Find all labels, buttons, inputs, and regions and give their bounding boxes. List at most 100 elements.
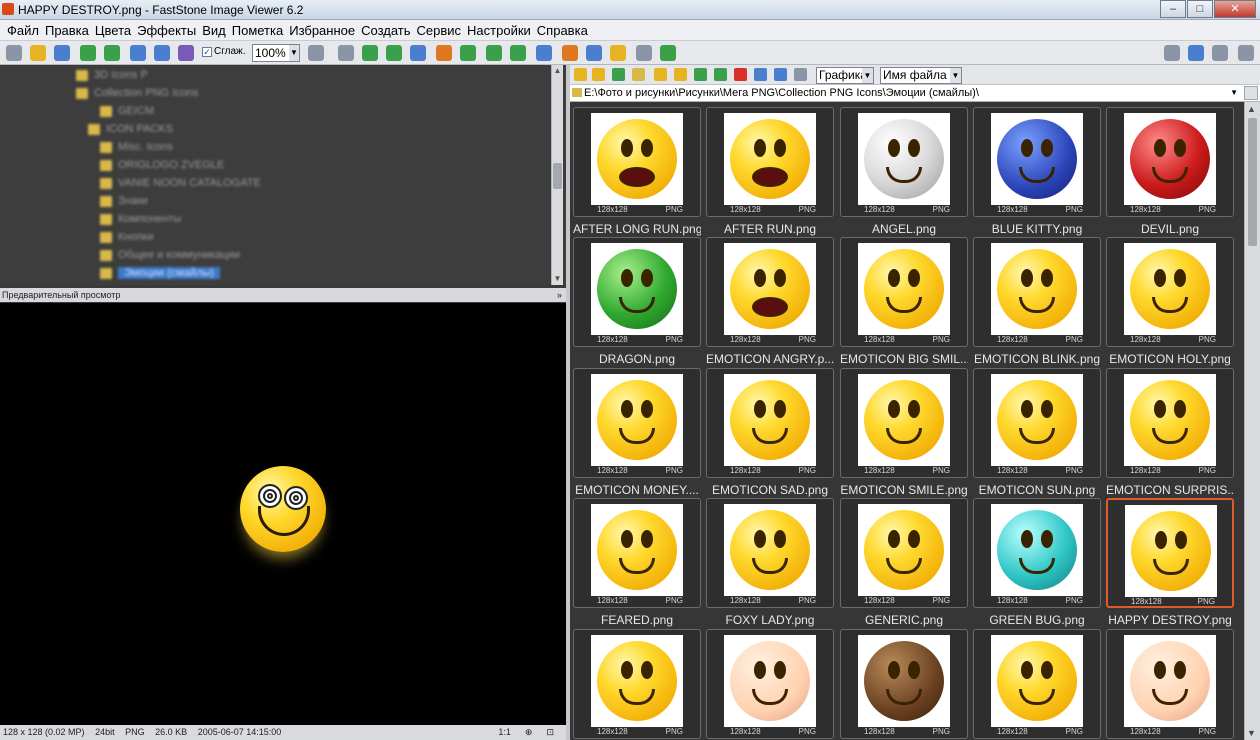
scroll-up-icon[interactable]: ▲ xyxy=(552,65,563,77)
menu-item[interactable]: Пометка xyxy=(229,23,286,38)
file-filter-select[interactable]: Графика ▼ xyxy=(816,67,874,84)
wallpaper-icon[interactable] xyxy=(586,45,602,61)
menu-item[interactable]: Сервис xyxy=(414,23,465,38)
thumbnail-card[interactable]: 128x128 PNG xyxy=(973,629,1101,739)
thumbnail-card[interactable]: 128x128 PNG xyxy=(706,368,834,478)
tree-item[interactable]: Кнопки xyxy=(100,228,154,246)
thumbnail-card[interactable]: 128x128 PNG xyxy=(973,368,1101,478)
scroll-up-icon[interactable]: ▲ xyxy=(1247,104,1256,114)
thumbnail-card[interactable]: 128x128 PNG xyxy=(706,237,834,347)
tree-item[interactable]: VANIE NOON CATALOGATE xyxy=(100,174,261,192)
close-button[interactable]: ✕ xyxy=(1214,0,1256,18)
menu-item[interactable]: Создать xyxy=(358,23,413,38)
thumbnail-card[interactable]: 128x128 PNG xyxy=(706,629,834,739)
thumbnail-card[interactable]: 128x128 PNG xyxy=(706,107,834,217)
view-details-icon[interactable] xyxy=(794,68,807,81)
scroll-thumb[interactable] xyxy=(1248,118,1257,246)
thumbnail-caption[interactable]: DEVIL.png xyxy=(1106,222,1234,236)
thumbnail-card[interactable]: 128x128 PNG xyxy=(840,498,968,608)
thumbnail-card[interactable]: 128x128 PNG xyxy=(573,237,701,347)
prev-image-icon[interactable] xyxy=(80,45,96,61)
fullsize-icon[interactable]: ⊡ xyxy=(546,725,554,740)
menu-item[interactable]: Файл xyxy=(4,23,42,38)
thumbnail-card[interactable]: 128x128 PNG xyxy=(573,629,701,739)
acquire-icon[interactable] xyxy=(6,45,22,61)
tree-item[interactable]: Collection PNG Icons xyxy=(76,84,199,102)
print-icon[interactable] xyxy=(636,45,652,61)
minimize-button[interactable]: ‒ xyxy=(1160,0,1186,18)
thumbnail-card[interactable]: 128x128 PNG xyxy=(840,107,968,217)
thumbnail-caption[interactable]: EMOTICON MONEY.... xyxy=(573,483,701,497)
view-thumbs-icon[interactable] xyxy=(754,68,767,81)
thumbnail-card[interactable]: 128x128 PNG xyxy=(573,368,701,478)
browse-folder-icon[interactable] xyxy=(1244,86,1258,100)
thumbnail-card[interactable]: 128x128 PNG xyxy=(1106,107,1234,217)
tree-item[interactable]: Misc. Icons xyxy=(100,138,173,156)
thumbnail-caption[interactable]: DRAGON.png xyxy=(573,352,701,366)
menu-item[interactable]: Цвета xyxy=(92,23,134,38)
thumbnail-caption[interactable]: EMOTICON SMILE.png xyxy=(840,483,968,497)
hand-tool-icon[interactable] xyxy=(308,45,324,61)
tree-item[interactable]: ICON PACKS xyxy=(88,120,173,138)
thumbnail-caption[interactable]: FOXY LADY.png xyxy=(706,613,834,627)
thumbnail-card[interactable]: 128x128 PNG xyxy=(840,629,968,739)
thumbnail-card[interactable]: 128x128 PNG xyxy=(840,368,968,478)
thumbnail-caption[interactable]: FEARED.png xyxy=(573,613,701,627)
preview-area[interactable] xyxy=(0,303,566,725)
menu-item[interactable]: Избранное xyxy=(286,23,358,38)
thumbnail-caption[interactable]: ANGEL.png xyxy=(840,222,968,236)
fullscreen-icon[interactable] xyxy=(1238,45,1254,61)
thumbnail-caption[interactable]: AFTER LONG RUN.png xyxy=(573,222,701,236)
status-ratio[interactable]: 1:1 xyxy=(498,725,511,740)
tree-item[interactable]: 3D Icons P xyxy=(76,66,148,84)
folder-icon[interactable] xyxy=(632,68,645,81)
layout-preview-icon[interactable] xyxy=(1188,45,1204,61)
smooth-checkbox[interactable]: ✓ Сглаж. xyxy=(202,46,246,57)
tree-scrollbar[interactable]: ▲ ▼ xyxy=(551,65,563,285)
maximize-button[interactable]: □ xyxy=(1187,0,1213,18)
move-to-icon[interactable] xyxy=(714,68,727,81)
zoom-out-icon[interactable] xyxy=(154,45,170,61)
fit-icon[interactable]: ⊕ xyxy=(525,725,533,740)
forward-icon[interactable] xyxy=(592,68,605,81)
rotate-left-icon[interactable] xyxy=(486,45,502,61)
menu-item[interactable]: Вид xyxy=(199,23,229,38)
thumbnail-caption[interactable]: EMOTICON BIG SMIL... xyxy=(840,352,968,366)
thumbnail-caption[interactable]: EMOTICON SUN.png xyxy=(973,483,1101,497)
tree-item[interactable]: Компоненты xyxy=(100,210,181,228)
select-tool-icon[interactable] xyxy=(338,45,354,61)
thumbnail-card[interactable]: 128x128 PNG xyxy=(973,107,1101,217)
favorite-folder-icon[interactable] xyxy=(674,68,687,81)
compare-icon[interactable] xyxy=(536,45,552,61)
menu-item[interactable]: Эффекты xyxy=(134,23,199,38)
delete-icon[interactable] xyxy=(734,68,747,81)
thumbnail-card[interactable]: 128x128 PNG xyxy=(573,498,701,608)
rotate-icon[interactable] xyxy=(410,45,426,61)
thumbnail-caption[interactable]: EMOTICON HOLY.png xyxy=(1106,352,1234,366)
zoom-select[interactable]: 100% ▼ xyxy=(252,44,300,62)
thumbnail-caption[interactable]: GENERIC.png xyxy=(840,613,968,627)
fit-window-icon[interactable] xyxy=(178,45,194,61)
color-adjust-icon[interactable] xyxy=(436,45,452,61)
thumbnail-card[interactable]: 128x128 PNG xyxy=(573,107,701,217)
thumbnail-caption[interactable]: EMOTICON SURPRIS... xyxy=(1106,483,1234,497)
thumbnail-card[interactable]: 128x128 PNG xyxy=(1106,368,1234,478)
collapse-icon[interactable]: » xyxy=(557,288,562,302)
scroll-thumb[interactable] xyxy=(553,163,562,189)
layout-thumbs-icon[interactable] xyxy=(1212,45,1228,61)
rotate-right-icon[interactable] xyxy=(510,45,526,61)
thumbnail-caption[interactable]: GREEN BUG.png xyxy=(973,613,1101,627)
copy-to-icon[interactable] xyxy=(694,68,707,81)
sort-select[interactable]: Имя файла ▼ xyxy=(880,67,962,84)
tree-item[interactable]: GEICM xyxy=(100,102,154,120)
tree-item[interactable]: Общее и коммуникации xyxy=(100,246,240,264)
zoom-in-icon[interactable] xyxy=(130,45,146,61)
path-bar[interactable]: E:\Фото и рисунки\Рисунки\Мега PNG\Colle… xyxy=(570,85,1260,102)
thumbnail-scrollbar[interactable]: ▲ ▼ xyxy=(1244,102,1260,740)
thumbnail-card[interactable]: 128x128 PNG xyxy=(1106,237,1234,347)
settings-icon[interactable] xyxy=(660,45,676,61)
scroll-down-icon[interactable]: ▼ xyxy=(1247,728,1256,738)
menu-item[interactable]: Настройки xyxy=(464,23,534,38)
thumbnail-card[interactable]: 128x128 PNG xyxy=(1106,629,1234,739)
new-folder-icon[interactable] xyxy=(654,68,667,81)
